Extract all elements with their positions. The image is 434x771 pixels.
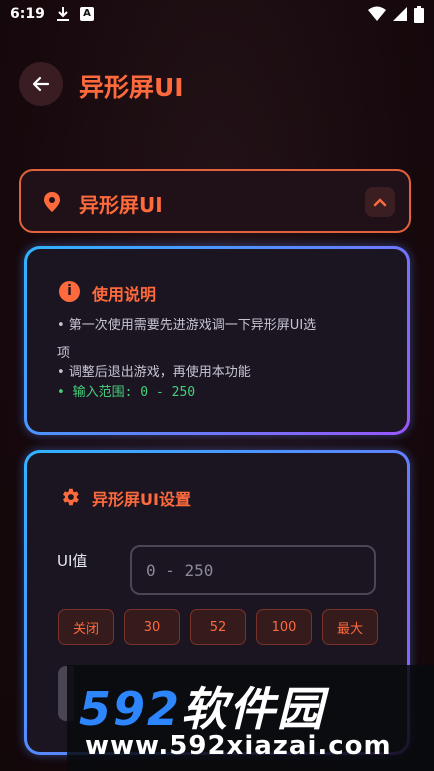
ui-value-label: UI值: [57, 552, 88, 570]
instructions-title: 使用说明: [92, 285, 157, 304]
instructions-card: i 使用说明 • 第一次使用需要先进游戏调一下异形屏UI选 项 • 调整后退出游…: [24, 246, 410, 435]
watermark-banner: 592软件园 www.592xiazai.com: [67, 665, 434, 771]
gear-icon: [63, 488, 79, 506]
status-time: 6:19: [10, 6, 45, 22]
watermark-number: 592: [79, 682, 182, 736]
preset-100-button[interactable]: 100: [256, 609, 312, 645]
back-arrow-icon: [32, 76, 50, 92]
instruction-line-1: • 第一次使用需要先进游戏调一下异形屏UI选: [57, 318, 317, 333]
instruction-range: • 输入范围: 0 - 250: [57, 385, 196, 400]
chevron-up-icon: [373, 198, 387, 207]
section-header[interactable]: 异形屏UI: [19, 169, 411, 233]
battery-icon: [414, 6, 424, 23]
section-title: 异形屏UI: [79, 193, 163, 217]
collapse-button[interactable]: [365, 187, 395, 217]
watermark-brand-text: 软件园: [181, 682, 326, 736]
ui-value-input[interactable]: [130, 545, 376, 595]
info-icon: i: [59, 281, 80, 302]
preset-30-button[interactable]: 30: [124, 609, 180, 645]
a-notification-icon: A: [80, 7, 94, 21]
preset-button-row: 关闭 30 52 100 最大: [58, 609, 378, 645]
wifi-icon: [368, 6, 386, 21]
location-pin-icon: [44, 192, 60, 212]
watermark-url: www.592xiazai.com: [85, 731, 392, 761]
watermark-logo: 592软件园: [79, 673, 325, 739]
settings-title: 异形屏UI设置: [92, 490, 191, 509]
preset-off-button[interactable]: 关闭: [58, 609, 114, 645]
status-bar: 6:19 A: [0, 0, 434, 30]
preset-52-button[interactable]: 52: [190, 609, 246, 645]
preset-max-button[interactable]: 最大: [322, 609, 378, 645]
page-title: 异形屏UI: [79, 73, 184, 102]
download-icon: [57, 7, 69, 21]
signal-icon: [393, 7, 407, 21]
back-button[interactable]: [19, 62, 63, 106]
